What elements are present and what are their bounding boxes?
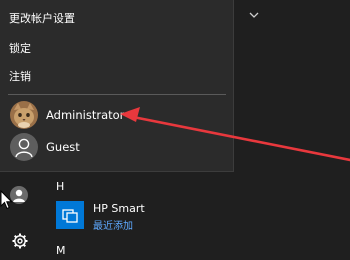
hp-smart-icon[interactable] — [56, 201, 84, 229]
user-name-administrator: Administrator — [46, 108, 125, 122]
cat-photo-avatar — [10, 101, 38, 129]
account-flyout: 更改帐户设置 锁定 注销 Administrator Guest — [0, 0, 234, 172]
default-user-avatar — [10, 133, 38, 161]
mouse-cursor-icon — [0, 189, 14, 210]
sign-out-item[interactable]: 注销 — [9, 68, 31, 84]
divider — [8, 94, 226, 95]
gear-icon[interactable] — [11, 232, 29, 250]
recently-added-label: 最近添加 — [93, 221, 133, 232]
user-name-guest: Guest — [46, 140, 80, 154]
app-name-hp-smart[interactable]: HP Smart — [93, 202, 145, 215]
lock-item[interactable]: 锁定 — [9, 40, 31, 56]
section-header-m[interactable]: M — [56, 244, 66, 257]
chevron-down-icon[interactable] — [248, 5, 260, 18]
user-row-guest[interactable]: Guest — [0, 132, 233, 162]
section-header-h[interactable]: H — [56, 180, 64, 193]
user-row-administrator[interactable]: Administrator — [0, 100, 233, 130]
change-account-settings-item[interactable]: 更改帐户设置 — [9, 10, 75, 26]
